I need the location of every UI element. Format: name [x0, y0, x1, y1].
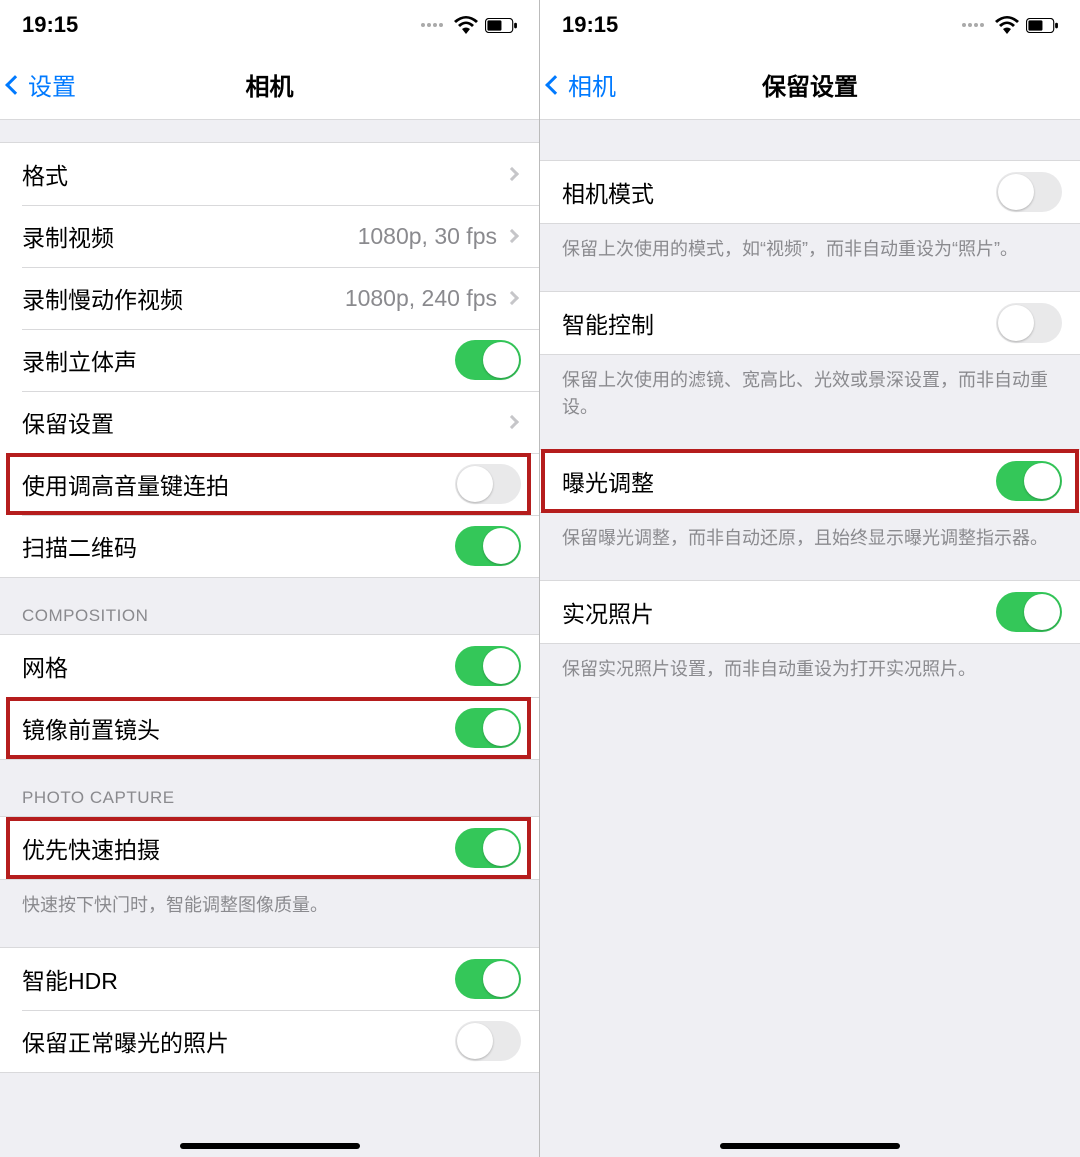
page-title: 相机 — [0, 67, 539, 102]
row-stereo: 录制立体声 — [0, 329, 539, 391]
back-label: 相机 — [568, 67, 616, 102]
status-bar: 19:15 — [0, 0, 539, 50]
camera-mode-note: 保留上次使用的模式，如“视频”，而非自动重设为“照片”。 — [540, 224, 1080, 263]
section-header-photo: PHOTO CAPTURE — [0, 760, 539, 816]
settings-list: 格式 录制视频 1080p, 30 fps 录制慢动作视频 1080p, 240… — [0, 120, 539, 1157]
toggle-grid[interactable] — [455, 646, 521, 686]
toggle-smart-control[interactable] — [996, 303, 1062, 343]
status-icons — [421, 16, 517, 34]
row-grid: 网格 — [0, 635, 539, 697]
wifi-icon — [454, 16, 478, 34]
toggle-keep-normal-photo[interactable] — [455, 1021, 521, 1061]
row-mirror-front: 镜像前置镜头 — [0, 697, 539, 759]
toggle-stereo[interactable] — [455, 340, 521, 380]
row-volume-burst: 使用调高音量键连拍 — [0, 453, 539, 515]
group-live-photo: 实况照片 — [540, 580, 1080, 644]
toggle-exposure[interactable] — [996, 461, 1062, 501]
faster-shooting-note: 快速按下快门时，智能调整图像质量。 — [0, 880, 539, 919]
live-photo-note: 保留实况照片设置，而非自动重设为打开实况照片。 — [540, 644, 1080, 683]
back-button[interactable]: 相机 — [540, 67, 616, 102]
row-label: 录制视频 — [22, 219, 114, 253]
row-smart-hdr: 智能HDR — [0, 948, 539, 1010]
row-label: 智能控制 — [562, 306, 654, 340]
left-screen: 19:15 设置 相机 格式 录制视频 — [0, 0, 540, 1157]
row-label: 录制慢动作视频 — [22, 281, 183, 315]
row-label: 实况照片 — [562, 595, 654, 629]
row-label: 保留正常曝光的照片 — [22, 1024, 229, 1058]
toggle-faster-shooting[interactable] — [455, 828, 521, 868]
row-label: 使用调高音量键连拍 — [22, 467, 229, 501]
section-header-composition: COMPOSITION — [0, 578, 539, 634]
row-scan-qr: 扫描二维码 — [0, 515, 539, 577]
page-title: 保留设置 — [540, 67, 1080, 102]
toggle-smart-hdr[interactable] — [455, 959, 521, 999]
row-formats[interactable]: 格式 — [0, 143, 539, 205]
home-indicator-icon[interactable] — [180, 1143, 360, 1149]
row-faster-shooting: 优先快速拍摄 — [0, 817, 539, 879]
toggle-live-photo[interactable] — [996, 592, 1062, 632]
row-value: 1080p, 30 fps — [358, 223, 497, 250]
status-time: 19:15 — [22, 12, 78, 38]
chevron-right-icon — [505, 415, 519, 429]
wifi-icon — [995, 16, 1019, 34]
row-exposure: 曝光调整 — [540, 450, 1080, 512]
toggle-scan-qr[interactable] — [455, 526, 521, 566]
group-exposure: 曝光调整 — [540, 449, 1080, 513]
row-label: 保留设置 — [22, 405, 114, 439]
group-camera-mode: 相机模式 — [540, 160, 1080, 224]
cellular-dots-icon — [962, 23, 984, 27]
chevron-right-icon — [505, 167, 519, 181]
row-preserve-settings[interactable]: 保留设置 — [0, 391, 539, 453]
battery-icon — [1026, 18, 1058, 33]
toggle-camera-mode[interactable] — [996, 172, 1062, 212]
row-label: 曝光调整 — [562, 464, 654, 498]
nav-bar: 设置 相机 — [0, 50, 539, 120]
home-indicator-icon[interactable] — [720, 1143, 900, 1149]
chevron-right-icon — [505, 229, 519, 243]
row-value: 1080p, 240 fps — [345, 285, 497, 312]
nav-bar: 相机 保留设置 — [540, 50, 1080, 120]
row-label: 格式 — [22, 157, 68, 191]
status-icons — [962, 16, 1058, 34]
row-label: 网格 — [22, 649, 68, 683]
right-screen: 19:15 相机 保留设置 相机模式 — [540, 0, 1080, 1157]
row-label: 优先快速拍摄 — [22, 831, 160, 865]
row-live-photo: 实况照片 — [540, 581, 1080, 643]
row-label: 录制立体声 — [22, 343, 137, 377]
status-bar: 19:15 — [540, 0, 1080, 50]
chevron-left-icon — [5, 75, 25, 95]
toggle-mirror-front[interactable] — [455, 708, 521, 748]
group-smart-control: 智能控制 — [540, 291, 1080, 355]
row-label: 扫描二维码 — [22, 529, 137, 563]
exposure-note: 保留曝光调整，而非自动还原，且始终显示曝光调整指示器。 — [540, 513, 1080, 552]
smart-control-note: 保留上次使用的滤镜、宽高比、光效或景深设置，而非自动重设。 — [540, 355, 1080, 421]
row-smart-control: 智能控制 — [540, 292, 1080, 354]
row-camera-mode: 相机模式 — [540, 161, 1080, 223]
chevron-left-icon — [545, 75, 565, 95]
row-slomo[interactable]: 录制慢动作视频 1080p, 240 fps — [0, 267, 539, 329]
group-photo-capture: 优先快速拍摄 — [0, 816, 539, 880]
toggle-volume-burst[interactable] — [455, 464, 521, 504]
back-button[interactable]: 设置 — [0, 67, 76, 102]
row-keep-normal-photo: 保留正常曝光的照片 — [0, 1010, 539, 1072]
group-general: 格式 录制视频 1080p, 30 fps 录制慢动作视频 1080p, 240… — [0, 142, 539, 578]
battery-icon — [485, 18, 517, 33]
chevron-right-icon — [505, 291, 519, 305]
row-label: 相机模式 — [562, 175, 654, 209]
group-composition: 网格 镜像前置镜头 — [0, 634, 539, 760]
group-hdr: 智能HDR 保留正常曝光的照片 — [0, 947, 539, 1073]
back-label: 设置 — [28, 67, 76, 102]
row-label: 智能HDR — [22, 962, 118, 996]
row-label: 镜像前置镜头 — [22, 711, 160, 745]
cellular-dots-icon — [421, 23, 443, 27]
settings-list: 相机模式 保留上次使用的模式，如“视频”，而非自动重设为“照片”。 智能控制 保… — [540, 120, 1080, 1157]
status-time: 19:15 — [562, 12, 618, 38]
row-record-video[interactable]: 录制视频 1080p, 30 fps — [0, 205, 539, 267]
